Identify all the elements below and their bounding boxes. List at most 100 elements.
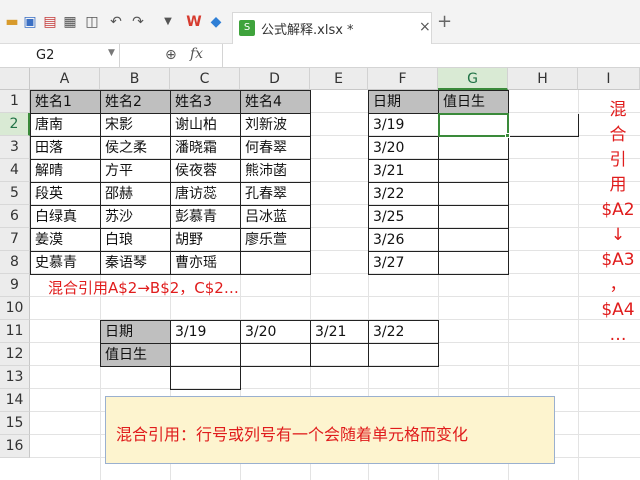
- duty-cell[interactable]: [369, 344, 439, 367]
- table-cell[interactable]: 邵赫: [101, 183, 171, 206]
- table-cell[interactable]: 段英: [30, 183, 101, 206]
- row-header-6[interactable]: 6: [0, 205, 30, 228]
- row-header-1[interactable]: 1: [0, 90, 30, 113]
- export-pdf-icon[interactable]: ▤: [42, 14, 58, 30]
- table-cell[interactable]: 孔春翠: [241, 183, 311, 206]
- table-cell[interactable]: [509, 114, 579, 137]
- table-cell[interactable]: 曹亦瑶: [171, 252, 241, 275]
- wps-logo-icon[interactable]: W: [186, 14, 202, 30]
- redo-icon[interactable]: ↷: [130, 14, 146, 30]
- tab-workbook[interactable]: S 公式解释.xlsx * ×: [232, 12, 432, 44]
- column-header-g[interactable]: G: [438, 68, 508, 90]
- date-cell[interactable]: 3/27: [368, 252, 439, 275]
- duty-cell[interactable]: [439, 137, 509, 160]
- date-cell[interactable]: 3/20: [368, 137, 439, 160]
- duty-cell[interactable]: [171, 344, 241, 367]
- table-header-cell[interactable]: 值日生: [100, 344, 171, 367]
- row-header-7[interactable]: 7: [0, 228, 30, 251]
- table-cell[interactable]: [170, 367, 241, 390]
- duty-cell[interactable]: [439, 229, 509, 252]
- table-header-cell[interactable]: 日期: [368, 90, 439, 114]
- column-header-e[interactable]: E: [310, 68, 368, 90]
- duty-cell[interactable]: [311, 344, 369, 367]
- table-cell[interactable]: 廖乐萱: [241, 229, 311, 252]
- close-icon[interactable]: ×: [419, 19, 431, 35]
- table-cell[interactable]: 唐南: [30, 114, 101, 137]
- duty-cell[interactable]: [439, 252, 509, 275]
- duty-cell[interactable]: [439, 160, 509, 183]
- table-cell[interactable]: 谢山柏: [171, 114, 241, 137]
- row-header-4[interactable]: 4: [0, 159, 30, 182]
- print-preview-icon[interactable]: ◫: [84, 14, 100, 30]
- date-cell[interactable]: 3/25: [368, 206, 439, 229]
- duty-cell[interactable]: [439, 183, 509, 206]
- table-cell[interactable]: 侯夜蓉: [171, 160, 241, 183]
- table-cell[interactable]: 吕冰蓝: [241, 206, 311, 229]
- date-cell[interactable]: 3/22: [369, 320, 439, 344]
- fill-handle[interactable]: [505, 133, 510, 138]
- column-header-c[interactable]: C: [170, 68, 240, 90]
- spreadsheet-grid[interactable]: ABCDEFGHI 1 2 3 4 5 6 7 8 9 10 11 12 13 14 15 16 姓名1 姓名2…: [0, 68, 640, 480]
- table-cell[interactable]: [241, 252, 311, 275]
- folder-icon[interactable]: ▬: [4, 14, 20, 30]
- table-cell[interactable]: 白绿真: [30, 206, 101, 229]
- date-cell[interactable]: 3/21: [368, 160, 439, 183]
- table-cell[interactable]: 姜漠: [30, 229, 101, 252]
- column-header-i[interactable]: I: [578, 68, 640, 90]
- table-cell[interactable]: 苏沙: [101, 206, 171, 229]
- chevron-down-icon[interactable]: ▼: [108, 48, 115, 58]
- table-cell[interactable]: 何春翠: [241, 137, 311, 160]
- duty-cell[interactable]: [241, 344, 311, 367]
- search-icon[interactable]: ⊕: [165, 47, 177, 63]
- row-header-12[interactable]: 12: [0, 343, 30, 366]
- date-cell[interactable]: 3/21: [311, 320, 369, 344]
- column-header-d[interactable]: D: [240, 68, 310, 90]
- row-header-10[interactable]: 10: [0, 297, 30, 320]
- save-icon[interactable]: ▣: [22, 14, 38, 30]
- table-cell[interactable]: 刘新波: [241, 114, 311, 137]
- name-box[interactable]: G2: [0, 44, 120, 67]
- table-cell[interactable]: 胡野: [171, 229, 241, 252]
- select-all-corner[interactable]: [0, 68, 30, 90]
- table-cell[interactable]: 侯之柔: [101, 137, 171, 160]
- row-header-2[interactable]: 2: [0, 113, 30, 136]
- dropdown-icon[interactable]: ▼: [160, 14, 176, 30]
- column-header-b[interactable]: B: [100, 68, 170, 90]
- fx-icon[interactable]: fx: [190, 46, 203, 62]
- date-cell[interactable]: 3/22: [368, 183, 439, 206]
- table-cell[interactable]: 史慕青: [30, 252, 101, 275]
- row-header-3[interactable]: 3: [0, 136, 30, 159]
- table-header-cell[interactable]: 值日生: [439, 90, 509, 114]
- row-header-13[interactable]: 13: [0, 366, 30, 389]
- date-cell[interactable]: 3/19: [171, 320, 241, 344]
- add-tab-icon[interactable]: +: [437, 13, 452, 31]
- row-header-5[interactable]: 5: [0, 182, 30, 205]
- table-cell[interactable]: 唐访蕊: [171, 183, 241, 206]
- table-header-cell[interactable]: 姓名3: [171, 90, 241, 114]
- table-header-cell[interactable]: 姓名1: [30, 90, 101, 114]
- table-header-cell[interactable]: 姓名4: [241, 90, 311, 114]
- row-header-16[interactable]: 16: [0, 435, 30, 458]
- row-header-14[interactable]: 14: [0, 389, 30, 412]
- table-cell[interactable]: 秦语琴: [101, 252, 171, 275]
- table-header-cell[interactable]: 日期: [100, 320, 171, 344]
- table-cell[interactable]: 方平: [101, 160, 171, 183]
- table-cell[interactable]: 潘晓霜: [171, 137, 241, 160]
- date-cell[interactable]: 3/26: [368, 229, 439, 252]
- row-header-15[interactable]: 15: [0, 412, 30, 435]
- duty-cell[interactable]: [439, 206, 509, 229]
- table-header-cell[interactable]: 姓名2: [101, 90, 171, 114]
- cube-icon[interactable]: ◆: [208, 14, 224, 30]
- undo-icon[interactable]: ↶: [108, 14, 124, 30]
- row-header-11[interactable]: 11: [0, 320, 30, 343]
- row-header-9[interactable]: 9: [0, 274, 30, 297]
- table-cell[interactable]: 解晴: [30, 160, 101, 183]
- active-cell-selection[interactable]: [438, 113, 509, 137]
- table-cell[interactable]: 彭慕青: [171, 206, 241, 229]
- date-cell[interactable]: 3/20: [241, 320, 311, 344]
- table-cell[interactable]: 熊沛菡: [241, 160, 311, 183]
- date-cell[interactable]: 3/19: [368, 114, 439, 137]
- column-header-h[interactable]: H: [508, 68, 578, 90]
- table-cell[interactable]: 宋影: [101, 114, 171, 137]
- column-header-f[interactable]: F: [368, 68, 438, 90]
